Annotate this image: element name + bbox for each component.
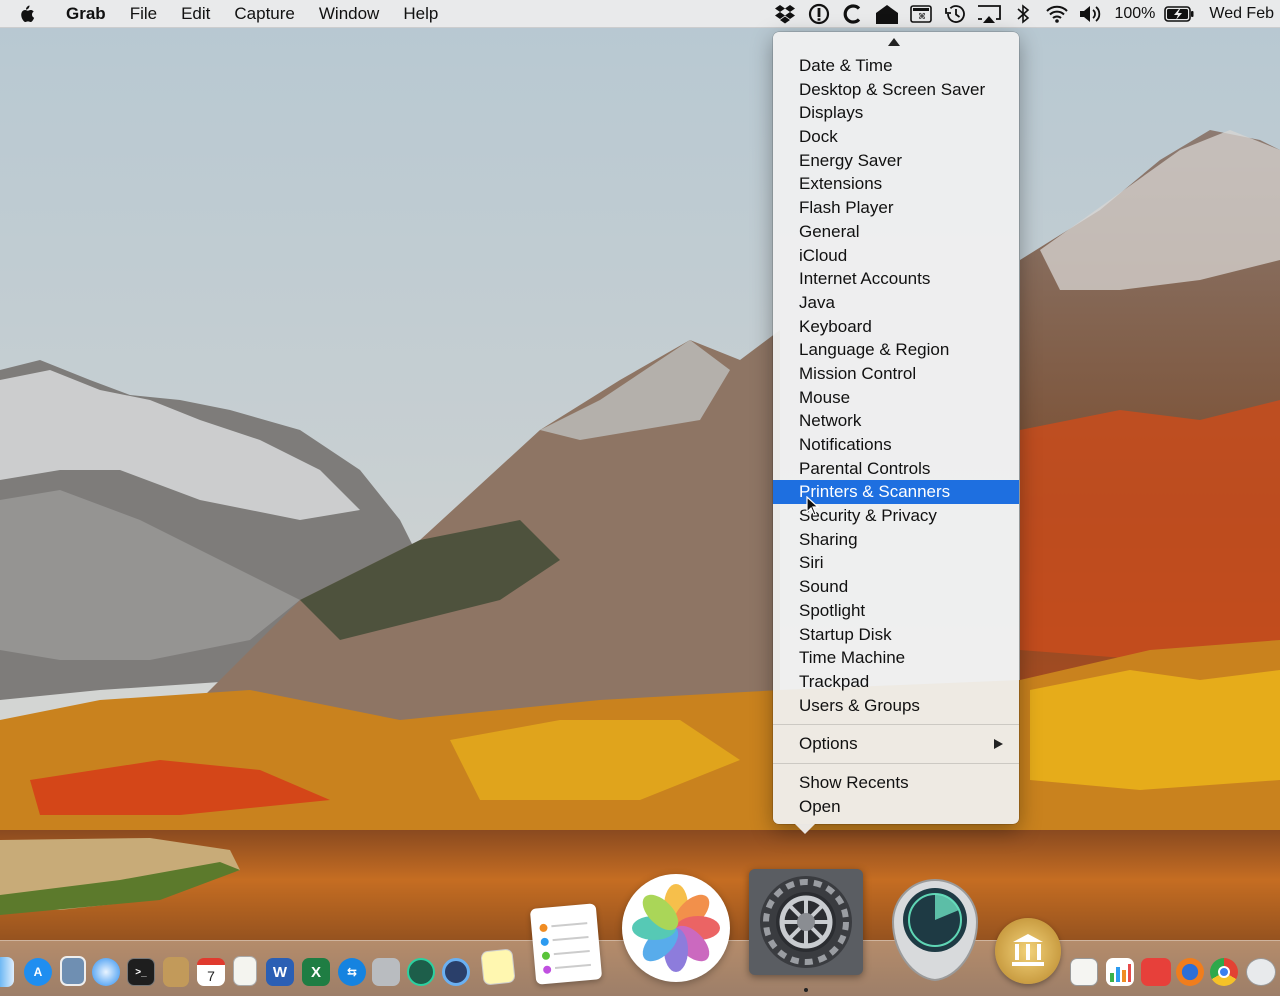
desktop-wallpaper [0,0,1280,996]
menu-item-internet-accounts[interactable]: Internet Accounts [773,267,1019,291]
finder-icon[interactable] [0,957,14,987]
house-icon[interactable] [870,0,904,28]
menu-item-flash-player[interactable]: Flash Player [773,196,1019,220]
menu-item-open[interactable]: Open [773,795,1019,819]
grab-icon[interactable] [372,958,400,986]
textedit-doc-icon[interactable] [1070,958,1098,986]
menu-item-language-and-region[interactable]: Language & Region [773,338,1019,362]
system-preferences-icon[interactable] [749,869,863,975]
textedit-icon[interactable] [233,956,257,986]
library-icon[interactable] [995,918,1061,984]
excel-letter: X [310,963,321,981]
mouse-pointer-icon [806,496,820,516]
submenu-arrow-icon [994,739,1003,749]
camera-icon[interactable] [1141,958,1171,986]
calendar-icon[interactable]: 7 [197,958,225,986]
bluetooth-icon[interactable] [1006,0,1040,28]
preview-icon[interactable] [60,956,86,986]
menu-item-dock[interactable]: Dock [773,125,1019,149]
running-indicator [804,988,808,992]
time-machine-dock-icon[interactable] [407,958,435,986]
wifi-icon[interactable] [1040,0,1074,28]
menu-item-network[interactable]: Network [773,409,1019,433]
photos-icon[interactable] [622,874,730,982]
menu-window[interactable]: Window [307,0,391,28]
menu-item-notifications[interactable]: Notifications [773,433,1019,457]
menu-item-mission-control[interactable]: Mission Control [773,362,1019,386]
menu-item-general[interactable]: General [773,220,1019,244]
menu-item-mouse[interactable]: Mouse [773,386,1019,410]
scroll-up-arrow-icon[interactable] [888,38,900,46]
menu-item-startup-disk[interactable]: Startup Disk [773,623,1019,647]
menu-item-date-and-time[interactable]: Date & Time [773,54,1019,78]
menu-capture[interactable]: Capture [222,0,306,28]
menu-separator [773,724,1019,725]
menu-item-icloud[interactable]: iCloud [773,244,1019,268]
keyboard-viewer-icon[interactable]: ⌘ [904,0,938,28]
dropbox-icon[interactable] [768,0,802,28]
app-store-icon[interactable]: A [24,958,52,986]
volume-icon[interactable] [1074,0,1108,28]
excel-icon[interactable]: X [302,958,330,986]
battery-percent[interactable]: 100% [1108,5,1161,23]
app-menu-grab[interactable]: Grab [52,0,118,28]
info-circle-icon[interactable] [802,0,836,28]
menu-item-show-recents[interactable]: Show Recents [773,771,1019,795]
notes-icon[interactable] [480,948,516,986]
unknown-app-icon[interactable] [1246,958,1276,986]
menu-help[interactable]: Help [391,0,450,28]
menu-separator [773,763,1019,764]
menu-file[interactable]: File [118,0,169,28]
svg-text:⌘: ⌘ [918,12,926,21]
numbers-icon[interactable] [1106,958,1134,986]
options-label: Options [799,734,858,753]
calendar-day: 7 [207,967,215,984]
menu-item-trackpad[interactable]: Trackpad [773,670,1019,694]
reminders-icon[interactable] [529,903,603,985]
dock-context-menu: Date & Time Desktop & Screen Saver Display… [773,32,1019,834]
menu-item-extensions[interactable]: Extensions [773,172,1019,196]
menubar-clock[interactable]: Wed Feb [1197,5,1280,23]
apple-logo-icon[interactable] [0,4,52,24]
preference-pane-list: Date & Time Desktop & Screen Saver Display… [773,54,1019,717]
word-letter: W [272,963,288,981]
menu-item-sound[interactable]: Sound [773,575,1019,599]
menu-item-options[interactable]: Options [773,732,1019,756]
menu-item-sharing[interactable]: Sharing [773,528,1019,552]
airplay-icon[interactable] [972,0,1006,28]
menu-item-java[interactable]: Java [773,291,1019,315]
archive-icon[interactable] [163,957,189,987]
menu-bar: Grab File Edit Capture Window Help ⌘ 100… [0,0,1280,28]
status-menus: ⌘ 100% Wed Feb [768,0,1280,28]
safari-icon[interactable] [92,958,120,986]
firefox-icon[interactable] [1176,958,1204,986]
menu-item-energy-saver[interactable]: Energy Saver [773,149,1019,173]
menu-item-desktop-and-screen-saver[interactable]: Desktop & Screen Saver [773,78,1019,102]
quicktime-icon[interactable] [442,958,470,986]
c-app-icon[interactable] [836,0,870,28]
menu-item-spotlight[interactable]: Spotlight [773,599,1019,623]
menu-item-time-machine[interactable]: Time Machine [773,646,1019,670]
menu-item-keyboard[interactable]: Keyboard [773,315,1019,339]
teamviewer-icon[interactable]: ⇆ [338,958,366,986]
menu-item-siri[interactable]: Siri [773,551,1019,575]
disk-diag-icon[interactable] [889,876,981,984]
terminal-icon[interactable]: >_ [127,958,155,986]
menu-item-displays[interactable]: Displays [773,101,1019,125]
word-icon[interactable]: W [266,958,294,986]
menu-item-parental-controls[interactable]: Parental Controls [773,457,1019,481]
chrome-icon[interactable] [1210,958,1238,986]
menu-item-users-and-groups[interactable]: Users & Groups [773,694,1019,718]
time-machine-icon[interactable] [938,0,972,28]
menu-edit[interactable]: Edit [169,0,222,28]
battery-charging-icon[interactable] [1161,0,1197,28]
